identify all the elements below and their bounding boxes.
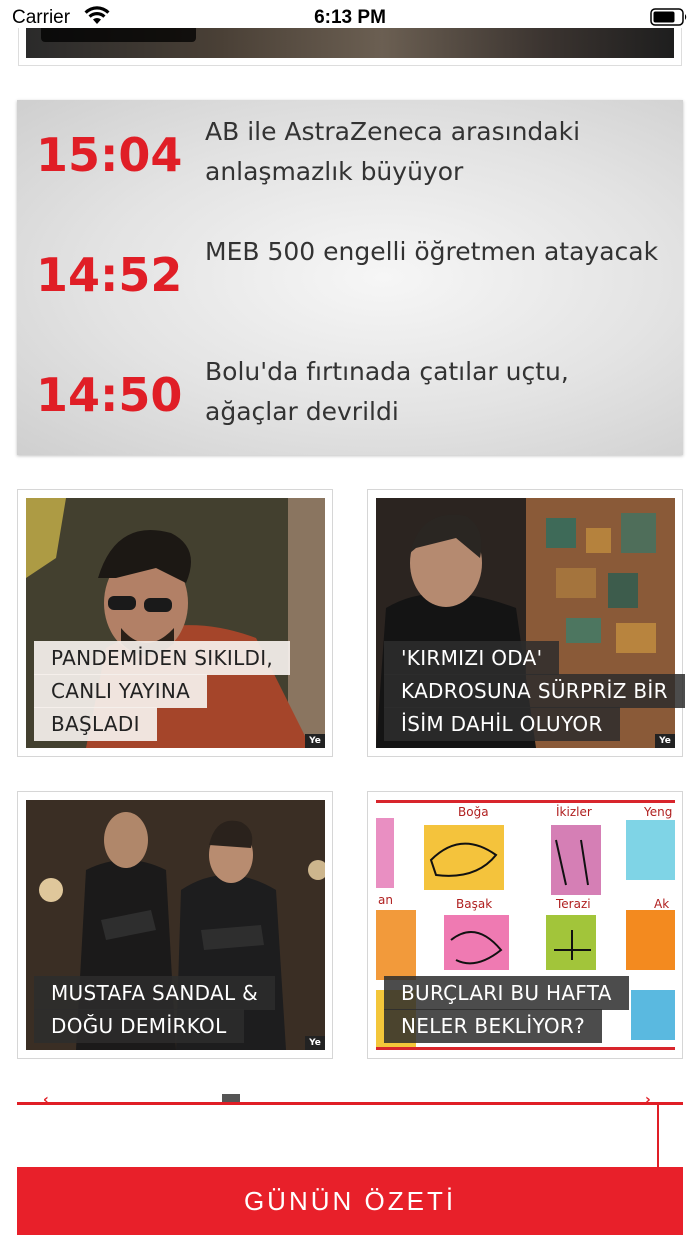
battery-icon <box>650 8 687 26</box>
news-caption-partial <box>41 28 196 42</box>
card-caption-line: İSİM DAHİL OLUYOR <box>384 707 620 741</box>
status-time: 6:13 PM <box>314 7 386 28</box>
previous-news-card[interactable] <box>18 28 682 66</box>
card-caption-line: CANLI YAYINA <box>34 674 208 708</box>
zodiac-label: Başak <box>456 897 492 911</box>
zodiac-label: Terazi <box>555 897 591 911</box>
card-caption-line: MUSTAFA SANDAL & <box>34 976 275 1010</box>
news-headline: Bolu'da fırtınada çatılar uçtu, ağaçlar … <box>205 357 569 426</box>
news-carousel[interactable]: ‹ › <box>17 1092 683 1172</box>
news-time: 14:52 <box>36 248 183 302</box>
news-card[interactable]: Ye 'KIRMIZI ODA' KADROSUNA SÜRPRİZ BİR İ… <box>367 489 685 757</box>
chevron-left-icon[interactable]: ‹ <box>43 1092 49 1108</box>
zodiac-label: Yeng <box>643 805 672 819</box>
carousel-divider <box>657 1105 659 1167</box>
card-caption-line: PANDEMİDEN SIKILDI, <box>34 641 291 675</box>
card-caption-line: NELER BEKLİYOR? <box>384 1009 603 1043</box>
card-caption-line: DOĞU DEMİRKOL <box>34 1009 244 1043</box>
card-caption-line: BURÇLARI BU HAFTA <box>384 976 629 1010</box>
source-tag: Ye <box>655 734 675 748</box>
card-caption-line: BAŞLADI <box>34 707 157 741</box>
news-item[interactable]: 14:50 Bolu'da fırtınada çatılar uçtu, ağ… <box>17 346 683 446</box>
breaking-news-items: 15:04 AB ile AstraZeneca arasındaki anla… <box>17 100 683 455</box>
zodiac-label: İkizler <box>556 804 592 819</box>
news-app-screen: Carrier 6:13 PM 15:04 AB ile AstraZeneca… <box>0 0 700 1244</box>
news-headline: AB ile AstraZeneca arasındaki anlaşmazlı… <box>205 117 581 186</box>
news-item[interactable]: 15:04 AB ile AstraZeneca arasındaki anla… <box>17 106 683 206</box>
zodiac-label: an <box>378 893 393 907</box>
news-card[interactable]: Boğa İkizler Yeng an Başak Terazi Ak BUR… <box>367 791 683 1059</box>
zodiac-label: Boğa <box>458 805 489 819</box>
news-card[interactable]: Ye PANDEMİDEN SIKILDI, CANLI YAYINA BAŞL… <box>17 489 333 757</box>
news-item[interactable]: 14:52 MEB 500 engelli öğretmen atayacak <box>17 226 683 326</box>
chevron-right-icon[interactable]: › <box>645 1092 651 1108</box>
news-time: 14:50 <box>36 368 183 422</box>
card-caption-line: 'KIRMIZI ODA' <box>384 641 560 675</box>
source-tag: Ye <box>305 1036 325 1050</box>
carousel-divider <box>17 1102 683 1105</box>
news-card[interactable]: Ye MUSTAFA SANDAL & DOĞU DEMİRKOL <box>17 791 333 1059</box>
news-headline: MEB 500 engelli öğretmen atayacak <box>205 237 659 266</box>
news-time: 15:04 <box>36 128 183 182</box>
source-tag: Ye <box>305 734 325 748</box>
card-caption-line: KADROSUNA SÜRPRİZ BİR <box>384 674 685 708</box>
zodiac-label: Ak <box>654 897 669 911</box>
daily-summary-button[interactable]: GÜNÜN ÖZETİ <box>17 1167 683 1235</box>
